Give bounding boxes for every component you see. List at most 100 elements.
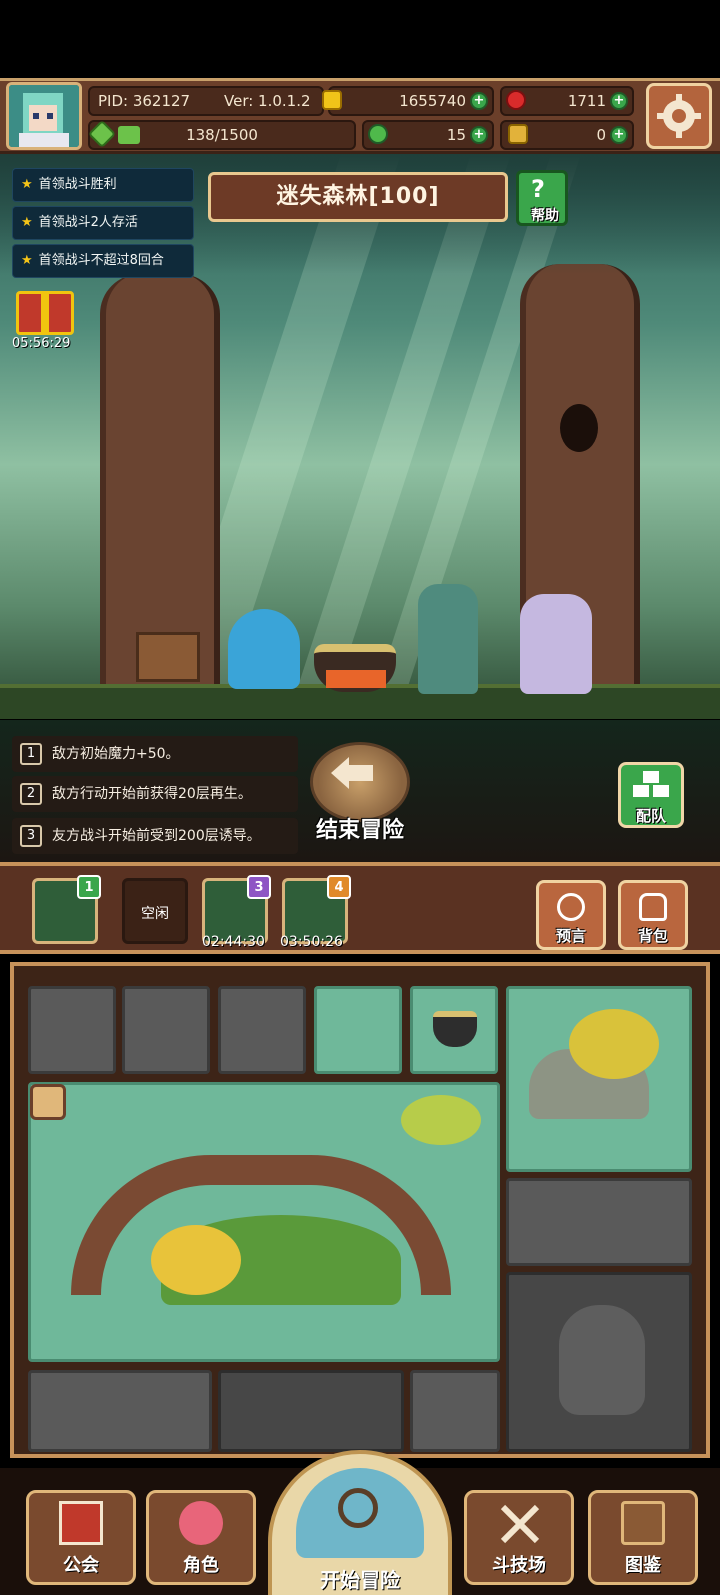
campfire — [326, 670, 386, 688]
gold-value: 1655740 — [399, 92, 466, 110]
key-value: 0 — [596, 126, 606, 144]
slot-badge: 4 — [327, 875, 351, 899]
nav-label: 开始冒险 — [320, 1568, 400, 1592]
magnifier-icon — [338, 1488, 378, 1528]
add-gem-button[interactable]: + — [610, 92, 628, 110]
gem-counter: 1711 + — [500, 86, 634, 116]
left-tree — [100, 274, 220, 694]
map-tile-locked[interactable] — [410, 1370, 500, 1452]
gift-timer: 05:56:29 — [12, 336, 71, 351]
key-counter: 0 + — [500, 120, 634, 150]
slot-badge: 3 — [247, 875, 271, 899]
quest-label: 首领战斗不超过8回合 — [38, 253, 164, 268]
team-button[interactable]: 配队 — [618, 762, 684, 828]
gold-coin-icon — [322, 90, 342, 110]
version-text: Ver: 1.0.1.2 — [224, 92, 311, 110]
quest-item: ★ 首领战斗2人存活 — [12, 206, 194, 240]
slot-badge: 1 — [77, 875, 101, 899]
crystal-ball-icon — [557, 893, 585, 921]
backpack-icon — [639, 893, 667, 921]
level-title: 迷失森林[100] — [208, 172, 508, 222]
map-tile-locked[interactable] — [122, 986, 210, 1074]
add-key-button[interactable]: + — [610, 126, 628, 144]
backpack-label: 背包 — [637, 927, 668, 945]
energy-bar: 138/1500 — [87, 119, 356, 150]
nav-codex[interactable]: 图鉴 — [588, 1490, 698, 1585]
guild-house-icon — [59, 1501, 103, 1545]
prophecy-button[interactable]: 预言 — [536, 880, 606, 950]
clover-value: 15 — [446, 126, 466, 144]
energy-value: 138/1500 — [186, 126, 258, 144]
map-tile-locked[interactable] — [218, 1370, 404, 1452]
slot-timer: 02:44:30 — [202, 934, 265, 950]
nav-label: 角色 — [183, 1555, 219, 1576]
gift-box-button[interactable] — [16, 291, 74, 335]
clover-icon — [368, 124, 388, 144]
slot-timer: 03:50:26 — [280, 934, 343, 950]
effect-text: 友方战斗开始前受到200层诱导。 — [52, 828, 261, 844]
map-tile-locked-large[interactable] — [506, 1272, 692, 1452]
map-tile-locked[interactable] — [28, 986, 116, 1074]
star-icon: ★ — [21, 177, 33, 192]
effect-row: 1 敌方初始魔力+50。 — [12, 736, 298, 772]
nav-character[interactable]: 角色 — [146, 1490, 256, 1585]
battle-scene: ★ 首领战斗胜利 ★ 首领战斗2人存活 ★ 首领战斗不超过8回合 — [0, 154, 720, 719]
pid-text: PID: 362127 — [98, 92, 191, 110]
clover-counter: 15 + — [362, 120, 494, 150]
beehive-icon — [559, 1305, 645, 1415]
crossed-swords-icon — [500, 1504, 540, 1544]
player-avatar[interactable] — [6, 82, 82, 150]
prophecy-label: 预言 — [555, 927, 586, 945]
player-marker-icon — [30, 1084, 66, 1120]
yellow-leaf-icon — [151, 1225, 241, 1295]
map-tile-locked[interactable] — [218, 986, 306, 1074]
key-icon — [508, 124, 528, 144]
effect-text: 敌方行动开始前获得20层再生。 — [52, 786, 252, 802]
tree-hollow — [560, 404, 598, 452]
add-gold-button[interactable]: + — [470, 92, 488, 110]
team-slot-1[interactable]: 1 — [32, 875, 101, 944]
nav-arena[interactable]: 斗技场 — [464, 1490, 574, 1585]
map-tile-cauldron[interactable] — [410, 986, 498, 1074]
help-button[interactable]: ? 帮助 — [516, 170, 568, 226]
team-slot-idle[interactable]: 空闲 — [122, 878, 188, 944]
add-clover-button[interactable]: + — [470, 126, 488, 144]
quest-item: ★ 首领战斗不超过8回合 — [12, 244, 194, 278]
idle-label: 空闲 — [141, 906, 169, 922]
map-tile-plant[interactable] — [506, 986, 692, 1172]
book-icon — [621, 1501, 665, 1545]
small-tree-icon — [401, 1095, 481, 1145]
character-face-icon — [179, 1501, 223, 1545]
backpack-button[interactable]: 背包 — [618, 880, 688, 950]
effect-number: 1 — [20, 743, 42, 765]
effect-row: 3 友方战斗开始前受到200层诱导。 — [12, 818, 298, 854]
team-label: 配队 — [635, 807, 666, 825]
star-icon: ★ — [21, 253, 33, 268]
team-icon — [633, 771, 669, 797]
star-icon: ★ — [21, 215, 33, 230]
team-slots-bar — [0, 862, 720, 954]
end-adventure-button[interactable] — [310, 742, 410, 822]
map-tile-locked[interactable] — [506, 1178, 692, 1266]
map-tile-locked[interactable] — [28, 1370, 212, 1452]
help-label: 帮助 — [531, 208, 559, 224]
end-adventure-label: 结束冒险 — [315, 818, 404, 843]
effect-number: 3 — [20, 825, 42, 847]
green-hair-character[interactable] — [418, 584, 478, 694]
gear-icon — [657, 94, 701, 138]
effect-row: 2 敌方行动开始前获得20层再生。 — [12, 776, 298, 812]
nav-label: 斗技场 — [492, 1555, 546, 1576]
effect-number: 2 — [20, 783, 42, 805]
ruby-icon — [506, 90, 526, 110]
gem-value: 1711 — [567, 92, 606, 110]
nav-label: 公会 — [63, 1555, 99, 1576]
blue-mage-character[interactable] — [228, 609, 300, 689]
map-tile-current[interactable] — [28, 1082, 500, 1362]
nav-guild[interactable]: 公会 — [26, 1490, 136, 1585]
bunny-girl-character[interactable] — [520, 594, 592, 694]
cauldron-icon — [433, 1011, 477, 1047]
quest-label: 首领战斗胜利 — [38, 177, 117, 192]
settings-button[interactable] — [646, 83, 712, 149]
wooden-crate — [136, 632, 200, 682]
map-tile-open[interactable] — [314, 986, 402, 1074]
